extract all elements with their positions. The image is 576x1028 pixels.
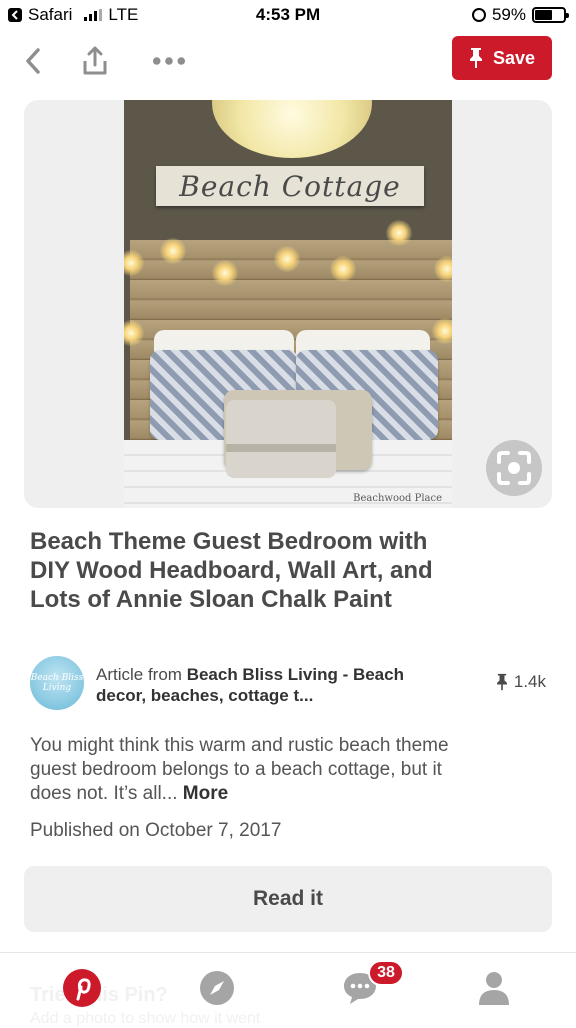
string-light bbox=[330, 256, 356, 282]
string-light bbox=[212, 260, 238, 286]
messages-badge: 38 bbox=[368, 960, 404, 986]
source-prefix: Article from bbox=[96, 665, 187, 684]
wall-sign-text: Beach Cottage bbox=[179, 169, 401, 203]
pillow bbox=[226, 400, 336, 478]
pin-icon bbox=[496, 673, 507, 691]
save-count: 1.4k bbox=[496, 672, 546, 692]
battery-icon bbox=[532, 7, 569, 23]
status-right: 59% bbox=[471, 5, 569, 25]
status-bar: Safari LTE 4:53 PM 59% bbox=[0, 0, 576, 30]
explore-compass-icon[interactable] bbox=[197, 968, 237, 1008]
read-it-label: Read it bbox=[252, 887, 323, 910]
string-light bbox=[274, 246, 300, 272]
share-icon[interactable] bbox=[78, 44, 112, 78]
pin-description: You might think this warm and rustic bea… bbox=[30, 734, 450, 806]
more-icon[interactable] bbox=[152, 44, 186, 78]
string-light bbox=[386, 220, 412, 246]
profile-icon[interactable] bbox=[474, 968, 514, 1008]
pin-image-card[interactable]: Beach Cottage Beachwood Place bbox=[24, 100, 552, 508]
visual-search-icon[interactable] bbox=[486, 440, 542, 496]
rotation-lock-icon bbox=[471, 8, 486, 22]
string-light bbox=[432, 318, 452, 344]
save-label: Save bbox=[492, 47, 536, 68]
wall-sign: Beach Cottage bbox=[156, 166, 424, 206]
string-light bbox=[160, 238, 186, 264]
pendant-lamp bbox=[212, 100, 372, 158]
save-count-value: 1.4k bbox=[513, 672, 546, 691]
pin-photo[interactable]: Beach Cottage Beachwood Place bbox=[124, 100, 452, 508]
image-watermark: Beachwood Place bbox=[353, 493, 442, 504]
read-it-button[interactable]: Read it bbox=[24, 866, 552, 932]
pin-icon bbox=[469, 48, 482, 68]
published-date: Published on October 7, 2017 bbox=[30, 820, 282, 841]
avatar-logo-text: Beach Bliss Living bbox=[30, 673, 84, 693]
chevron-left-icon[interactable] bbox=[16, 44, 50, 78]
avatar[interactable]: Beach Bliss Living bbox=[30, 656, 84, 710]
tried-this-pin-subtitle: Add a photo to show how it went bbox=[30, 1010, 261, 1027]
battery-percent: 59% bbox=[491, 5, 526, 24]
pin-source[interactable]: Beach Bliss Living Article from Beach Bl… bbox=[30, 656, 546, 712]
source-text[interactable]: Article from Beach Bliss Living - Beach … bbox=[96, 664, 426, 706]
pinterest-home-icon[interactable] bbox=[62, 968, 102, 1008]
description-text: You might think this warm and rustic bea… bbox=[30, 735, 449, 804]
save-button[interactable]: Save bbox=[452, 36, 552, 80]
pin-title: Beach Theme Guest Bedroom with DIY Wood … bbox=[30, 528, 433, 613]
more-link[interactable]: More bbox=[183, 783, 228, 804]
